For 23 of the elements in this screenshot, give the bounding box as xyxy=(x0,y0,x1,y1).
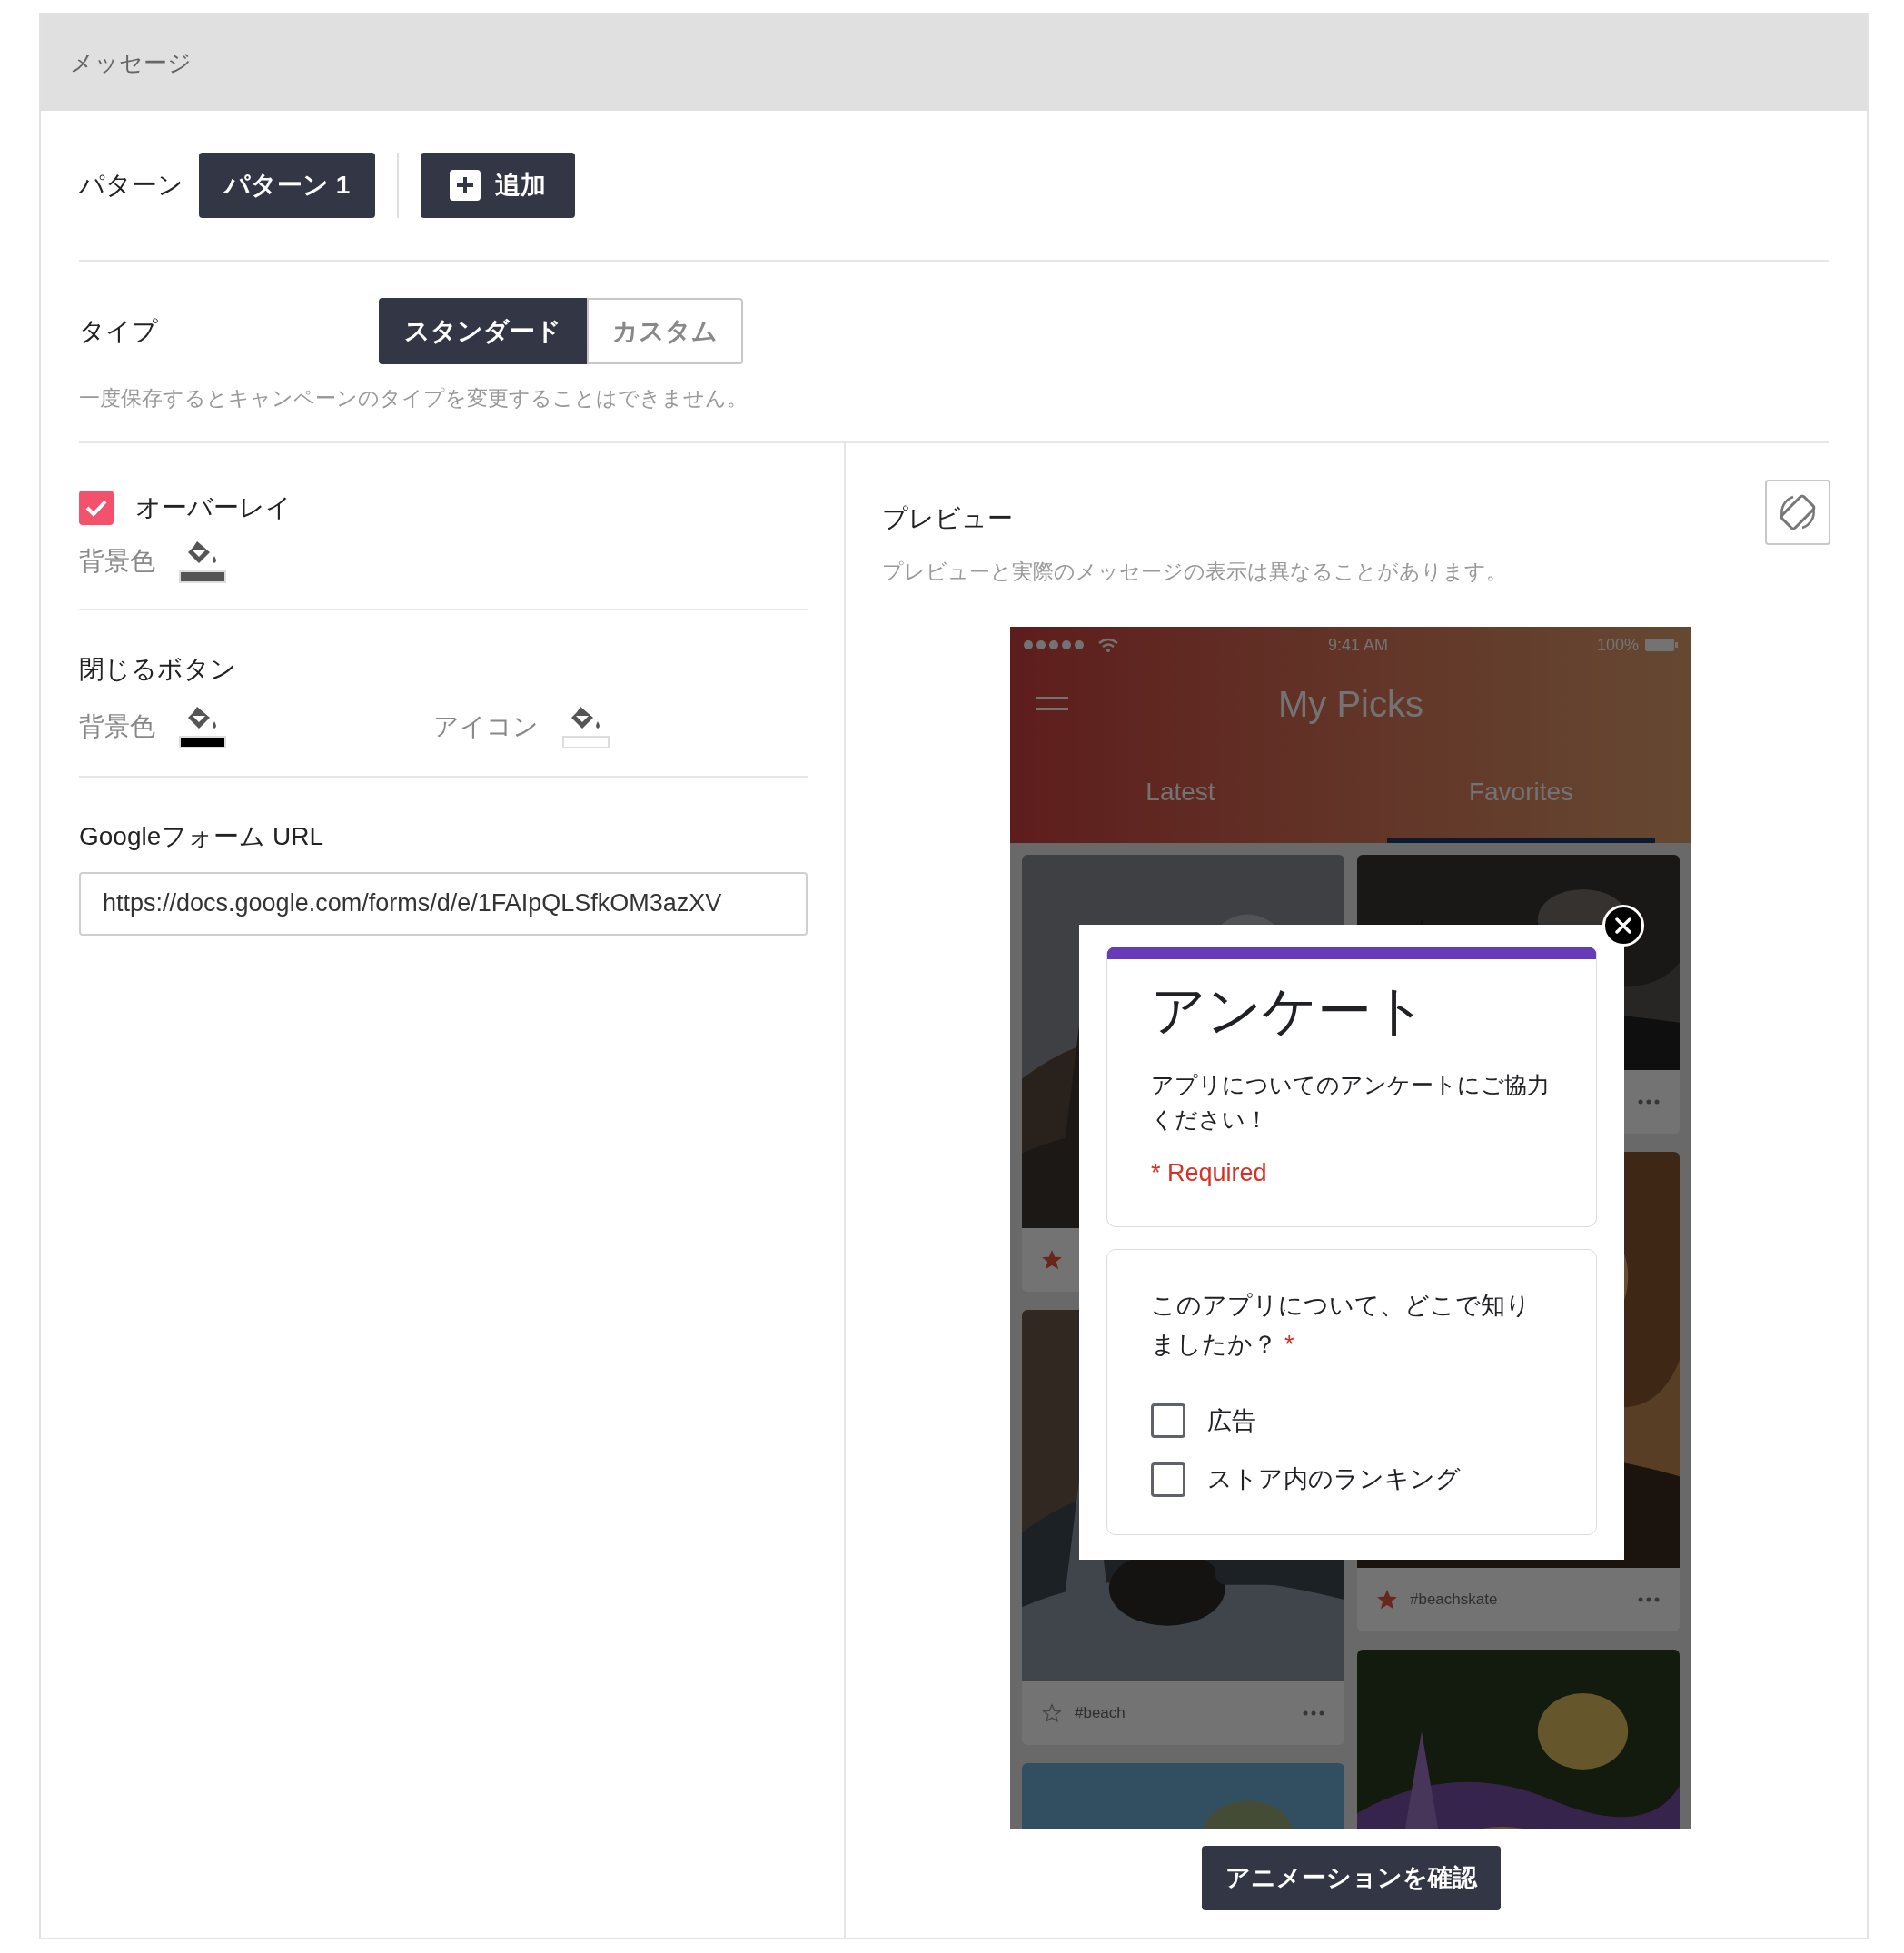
type-label: タイプ xyxy=(79,315,159,347)
hashtag-label: #beachskate xyxy=(1410,1590,1498,1611)
battery-percentage: 100% xyxy=(1596,634,1639,656)
overlay-label: オーバーレイ xyxy=(135,491,292,523)
option-label: 広告 xyxy=(1207,1405,1256,1436)
form-title: アンケート xyxy=(1151,979,1428,1043)
option-label: ストア内のランキング xyxy=(1207,1464,1461,1495)
close-button-label: 閉じるボタン xyxy=(79,653,237,685)
preview-title: プレビュー xyxy=(882,502,1014,534)
form-description: アプリについてのアンケートにご協力ください！ xyxy=(1151,1071,1551,1134)
preview-note: プレビューと実際のメッセージの表示は異なることがあります。 xyxy=(882,558,1507,585)
status-time: 9:41 AM xyxy=(1327,634,1388,656)
color-setting-label: 背景色 xyxy=(79,710,155,742)
background-color-label: 背景色 xyxy=(79,545,155,577)
hashtag-label: #beach xyxy=(1075,1703,1126,1724)
required-note: * Required xyxy=(1151,1158,1268,1188)
app-title: My Picks xyxy=(1278,683,1423,726)
pattern-label: パターン xyxy=(79,170,184,201)
form-url-label: Googleフォーム URL xyxy=(79,820,325,852)
panel-title: メッセージ xyxy=(70,47,192,78)
question-text: このアプリについて、どこで知りましたか？ * xyxy=(1151,1290,1532,1360)
color-setting-label: アイコン xyxy=(433,710,539,742)
type-note: 一度保存するとキャンペーンのタイプを変更することはできません。 xyxy=(79,385,749,411)
